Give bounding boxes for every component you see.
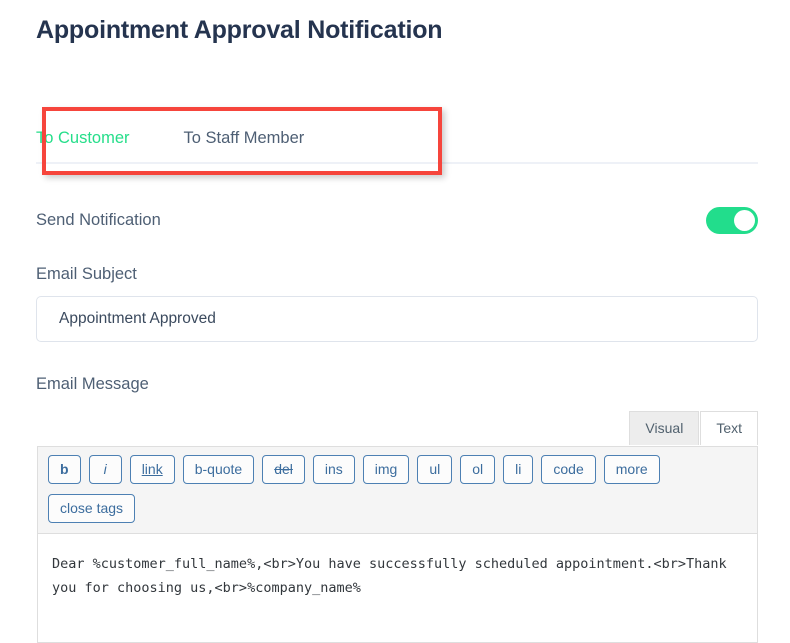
email-message-label: Email Message bbox=[36, 375, 149, 393]
send-notification-label: Send Notification bbox=[36, 211, 161, 229]
toolbar-button-img[interactable]: img bbox=[362, 455, 410, 484]
toolbar-button-link[interactable]: link bbox=[129, 455, 175, 484]
toolbar-button-ins[interactable]: ins bbox=[312, 455, 355, 484]
toolbar-button-more[interactable]: more bbox=[603, 455, 660, 484]
toggle-knob-icon bbox=[734, 210, 755, 231]
tab-to-staff-member[interactable]: To Staff Member bbox=[184, 129, 305, 162]
editor-tab-visual[interactable]: Visual bbox=[629, 411, 700, 445]
editor-toolbar-row-2: close tags bbox=[48, 494, 747, 523]
toolbar-button-b-quote[interactable]: b-quote bbox=[182, 455, 255, 484]
toolbar-button-li[interactable]: li bbox=[503, 455, 534, 484]
send-notification-row: Send Notification bbox=[36, 207, 758, 234]
email-subject-label: Email Subject bbox=[36, 265, 137, 283]
toolbar-button-close-tags[interactable]: close tags bbox=[48, 494, 136, 523]
toolbar-button-b[interactable]: b bbox=[48, 455, 81, 484]
editor-toolbar-row-1: b i link b-quote del ins img ul ol li co… bbox=[48, 455, 747, 494]
toolbar-button-code[interactable]: code bbox=[541, 455, 596, 484]
email-message-editor: b i link b-quote del ins img ul ol li co… bbox=[37, 446, 758, 643]
tab-to-customer[interactable]: To Customer bbox=[36, 129, 130, 162]
toolbar-button-ol[interactable]: ol bbox=[460, 455, 496, 484]
page-title: Appointment Approval Notification bbox=[36, 16, 443, 44]
editor-toolbar: b i link b-quote del ins img ul ol li co… bbox=[38, 447, 757, 534]
recipient-tabs-row: To Customer To Staff Member bbox=[36, 112, 758, 164]
send-notification-toggle[interactable] bbox=[706, 207, 758, 234]
toolbar-button-ul[interactable]: ul bbox=[417, 455, 453, 484]
editor-mode-tabs: Visual Text bbox=[629, 411, 758, 445]
email-message-textarea[interactable]: Dear %customer_full_name%,<br>You have s… bbox=[38, 534, 757, 624]
recipient-tabs: To Customer To Staff Member bbox=[36, 112, 758, 164]
editor-tab-text[interactable]: Text bbox=[700, 411, 758, 445]
notification-settings-page: Appointment Approval Notification To Cus… bbox=[0, 0, 790, 643]
email-subject-input[interactable] bbox=[36, 296, 758, 342]
toolbar-button-i[interactable]: i bbox=[88, 455, 122, 484]
toolbar-button-del[interactable]: del bbox=[262, 455, 305, 484]
